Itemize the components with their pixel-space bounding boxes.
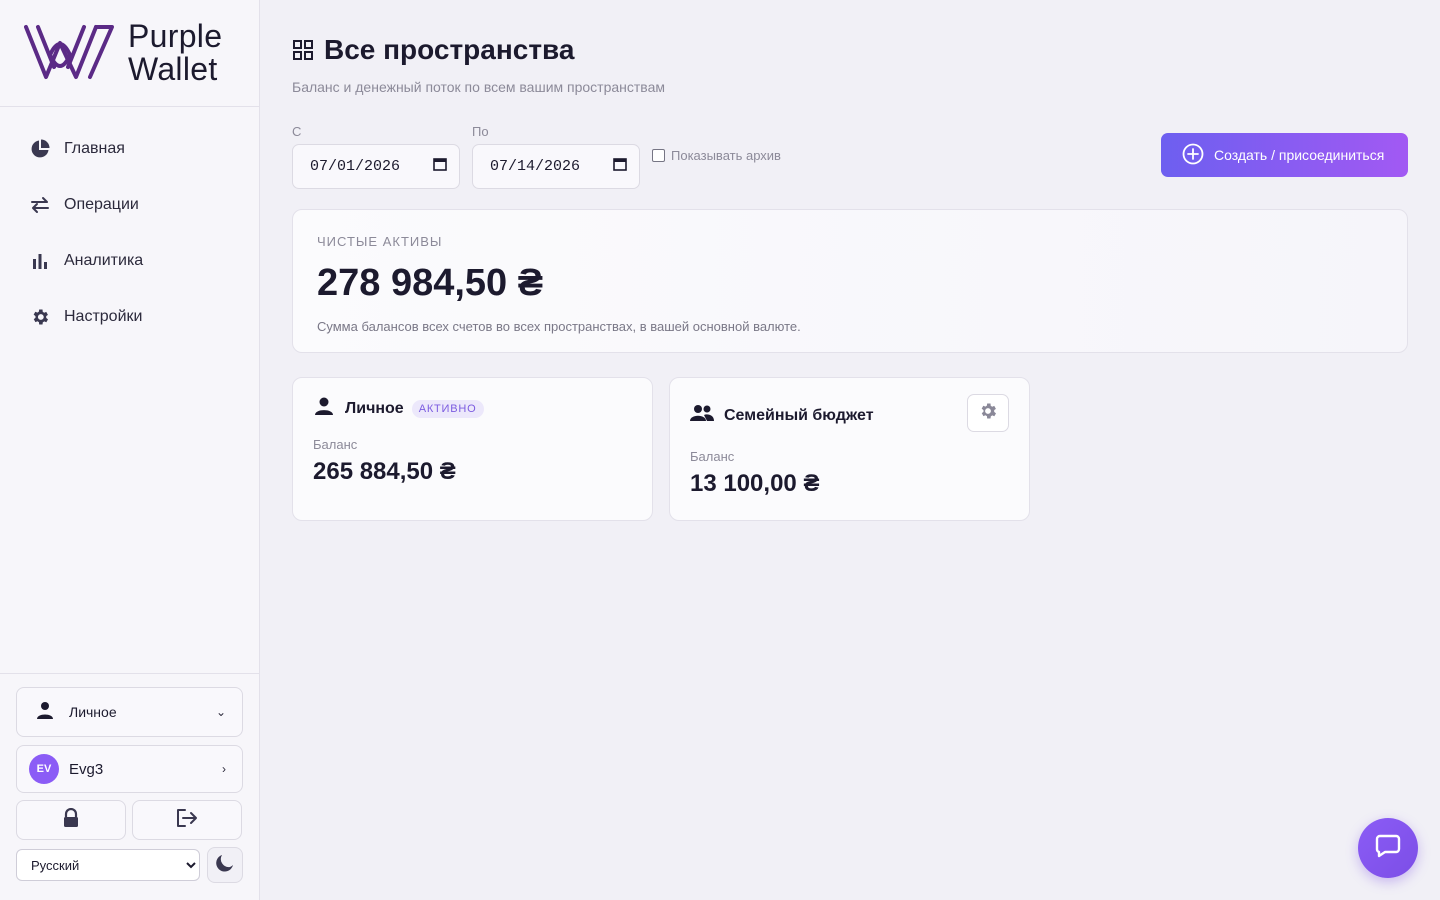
calendar-icon xyxy=(433,157,447,176)
space-switcher[interactable]: Личное ⌄ xyxy=(16,687,243,737)
create-join-label: Создать / присоединиться xyxy=(1214,147,1385,163)
user-icon xyxy=(313,396,335,421)
logout-button[interactable] xyxy=(132,800,242,840)
balance-label: Баланс xyxy=(313,437,358,452)
brand-logo[interactable]: Purple Wallet xyxy=(0,0,259,107)
to-date-input[interactable]: 07/14/2026 xyxy=(472,144,640,189)
user-icon xyxy=(35,700,55,725)
chat-bubble-icon xyxy=(1375,833,1401,864)
logout-icon xyxy=(176,808,198,833)
archive-checkbox[interactable] xyxy=(652,149,665,162)
lock-icon xyxy=(62,807,80,833)
gear-icon xyxy=(30,307,50,327)
net-assets-value: 278 984,50 ₴ xyxy=(317,262,544,304)
purple-wallet-logo-icon xyxy=(24,25,114,79)
gear-icon xyxy=(978,401,998,426)
user-name: Evg3 xyxy=(69,760,104,778)
space-settings-button[interactable] xyxy=(967,394,1009,432)
chevron-down-icon: ⌄ xyxy=(215,705,226,719)
moon-icon xyxy=(215,853,235,878)
to-date-value: 07/14/2026 xyxy=(490,158,581,175)
sidebar-footer: Личное ⌄ EV Evg3 › Русский xyxy=(0,673,259,883)
brand-name-line1: Purple xyxy=(128,18,223,54)
sidebar-item-label: Настройки xyxy=(64,308,143,325)
sidebar-nav: Главная Операции Аналитика Настройки xyxy=(0,107,259,345)
sidebar-item-label: Главная xyxy=(64,140,125,157)
net-assets-card: ЧИСТЫЕ АКТИВЫ 278 984,50 ₴ Сумма балансо… xyxy=(292,209,1408,353)
balance-label: Баланс xyxy=(690,449,735,464)
bar-chart-icon xyxy=(30,251,50,271)
lock-button[interactable] xyxy=(16,800,126,840)
sidebar-item-label: Операции xyxy=(64,196,139,213)
space-card-family[interactable]: Семейный бюджет Баланс 13 100,00 ₴ xyxy=(669,377,1030,521)
from-date-input[interactable]: 07/01/2026 xyxy=(292,144,460,189)
swap-arrows-icon xyxy=(30,195,50,215)
calendar-icon xyxy=(613,157,627,176)
sidebar-item-analytics[interactable]: Аналитика xyxy=(0,233,259,289)
page-title-text: Все пространства xyxy=(324,34,575,65)
sidebar-item-operations[interactable]: Операции xyxy=(0,177,259,233)
theme-toggle-button[interactable] xyxy=(207,847,243,883)
space-switcher-label: Личное xyxy=(69,704,117,720)
show-archive-toggle[interactable]: Показывать архив xyxy=(652,148,781,163)
balance-value: 265 884,50 ₴ xyxy=(313,458,456,485)
net-assets-label: ЧИСТЫЕ АКТИВЫ xyxy=(317,234,443,249)
space-card-personal[interactable]: Личное АКТИВНО Баланс 265 884,50 ₴ xyxy=(292,377,653,521)
sidebar: Purple Wallet Главная Операции Аналитика xyxy=(0,0,260,900)
sidebar-item-settings[interactable]: Настройки xyxy=(0,289,259,345)
language-select[interactable]: Русский xyxy=(16,849,200,881)
sidebar-item-home[interactable]: Главная xyxy=(0,121,259,177)
from-date-value: 07/01/2026 xyxy=(310,158,401,175)
balance-value: 13 100,00 ₴ xyxy=(690,470,820,497)
create-join-button[interactable]: Создать / присоединиться xyxy=(1161,133,1408,177)
chat-button[interactable] xyxy=(1358,818,1418,878)
brand-name-line2: Wallet xyxy=(128,51,218,87)
pie-chart-icon xyxy=(30,139,50,159)
page-title: Все пространства xyxy=(292,34,574,66)
brand-name: Purple Wallet xyxy=(128,20,222,86)
status-badge: АКТИВНО xyxy=(411,399,484,418)
user-menu[interactable]: EV Evg3 › xyxy=(16,745,243,793)
from-date-label: С xyxy=(292,124,302,139)
archive-label: Показывать архив xyxy=(671,148,781,163)
plus-circle-icon xyxy=(1182,143,1204,168)
avatar: EV xyxy=(29,754,59,784)
date-filters: С 07/01/2026 По 07/14/2026 Показывать ар… xyxy=(292,124,781,189)
grid-icon xyxy=(292,39,314,61)
space-name: Личное xyxy=(345,399,404,417)
space-name: Семейный бюджет xyxy=(724,406,874,424)
sidebar-item-label: Аналитика xyxy=(64,252,144,269)
users-icon xyxy=(690,404,714,427)
page-subtitle: Баланс и денежный поток по всем вашим пр… xyxy=(292,79,666,95)
to-date-label: По xyxy=(472,124,489,139)
net-assets-description: Сумма балансов всех счетов во всех прост… xyxy=(317,319,801,334)
chevron-right-icon: › xyxy=(222,762,226,776)
